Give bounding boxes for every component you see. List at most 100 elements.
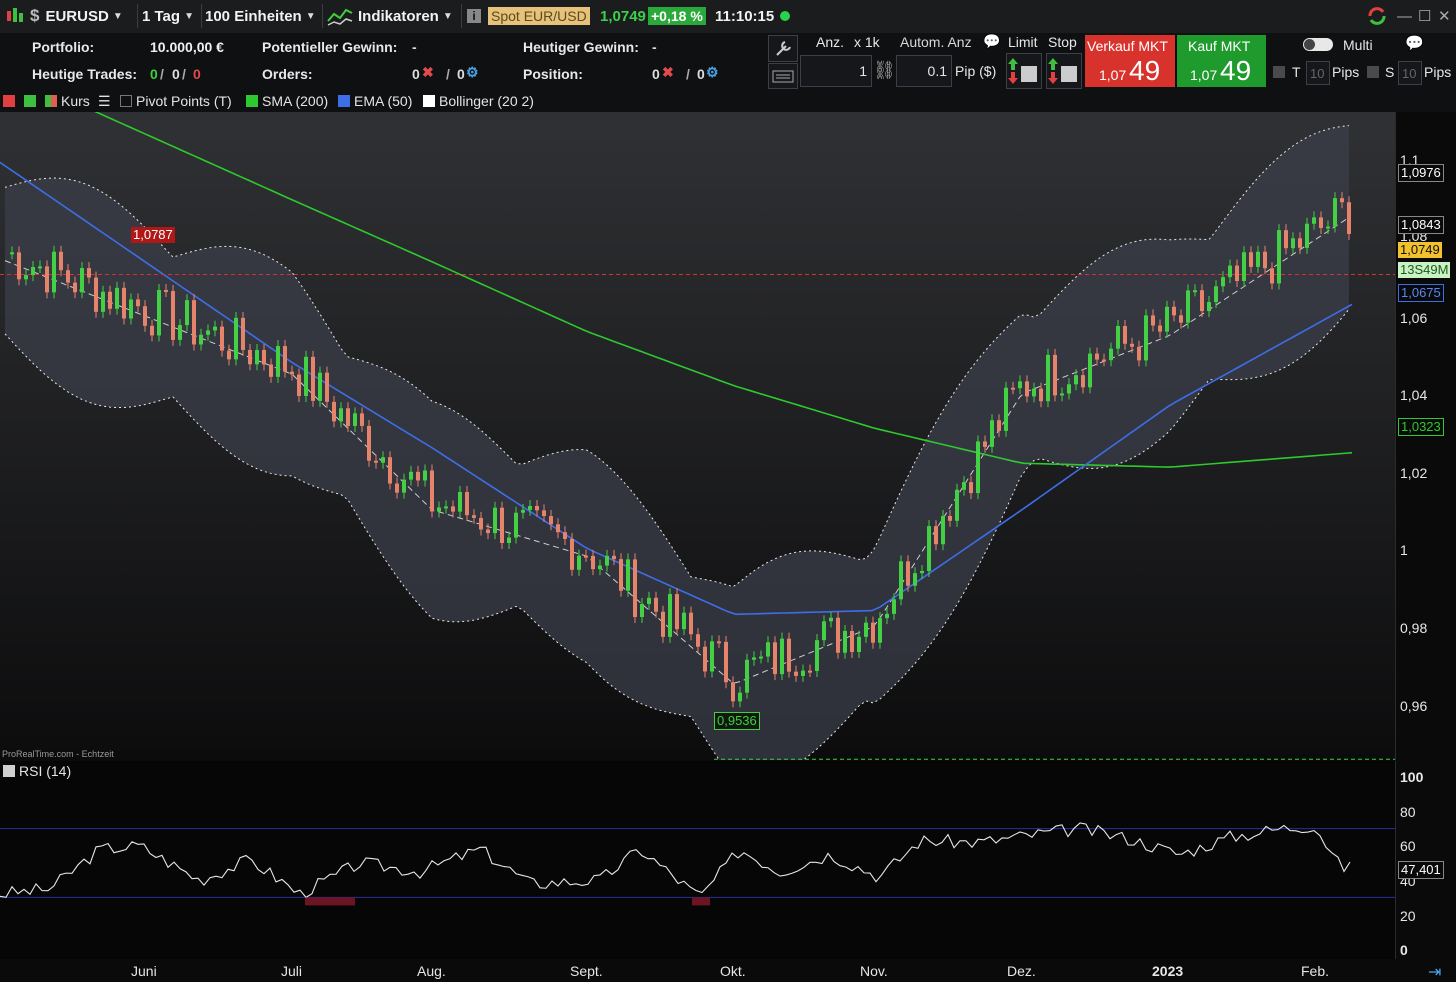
candle (759, 656, 763, 659)
position-settings-icon[interactable]: ⚙ (706, 64, 719, 81)
rsi-tick-60: 60 (1400, 838, 1416, 854)
position-count-b: 0 (697, 66, 705, 82)
candle (507, 537, 511, 543)
candle (402, 479, 406, 493)
candle (1067, 384, 1071, 394)
candle (1004, 387, 1008, 431)
units-selector[interactable]: 100 Einheiten ▼ (205, 4, 316, 28)
buy-market-button[interactable]: Kauf MKT 1,07 49 (1177, 35, 1266, 87)
candle (808, 670, 812, 673)
timeframe-label: 1 Tag (142, 7, 181, 25)
candle (346, 408, 350, 426)
price-chart[interactable]: ProRealTime.com - Echtzeit 1,0787 0,9536 (0, 68, 1395, 782)
chart-type-icon[interactable] (4, 4, 26, 28)
list-icon[interactable]: ☰ (98, 93, 111, 109)
candle (689, 612, 693, 635)
candle (381, 457, 385, 463)
t-checkbox[interactable] (1273, 66, 1285, 78)
candle (647, 597, 651, 604)
legend-price[interactable]: Kurs (45, 93, 90, 109)
legend-bollinger[interactable]: Bollinger (20 2) (423, 93, 534, 109)
quantity-input[interactable]: 1 (800, 55, 872, 87)
candle (633, 559, 637, 618)
rsi-chart-svg[interactable] (0, 761, 1395, 959)
candle (752, 657, 756, 660)
candle (262, 349, 266, 365)
candle (1312, 217, 1316, 224)
minimize-icon[interactable]: — (1397, 4, 1412, 28)
candle (451, 506, 455, 512)
xtick-aug: Aug. (417, 963, 446, 979)
buy-arrow-icon[interactable] (24, 93, 40, 109)
s-checkbox[interactable] (1367, 66, 1379, 78)
orders-settings-icon[interactable]: ⚙ (466, 64, 479, 81)
candle (45, 266, 49, 293)
ytick-1: 1 (1400, 542, 1408, 558)
refresh-icon[interactable] (1366, 4, 1388, 28)
candle (101, 291, 105, 312)
close-icon[interactable]: ✕ (1438, 4, 1451, 28)
candle (717, 641, 721, 644)
candle (549, 516, 553, 525)
legend-ema[interactable]: EMA (50) (338, 93, 412, 109)
s-pips-input[interactable]: 10 (1398, 61, 1422, 85)
legend-sma[interactable]: SMA (200) (246, 93, 328, 109)
candle (1018, 381, 1022, 389)
candle (129, 299, 133, 319)
sell-market-button[interactable]: Verkauf MKT 1,07 49 (1085, 35, 1175, 87)
quantity-label: Anz. (816, 34, 845, 50)
candle (325, 372, 329, 402)
limit-label: Limit (1008, 34, 1038, 50)
candle (619, 559, 623, 591)
chat-icon[interactable]: 💬 (983, 33, 1000, 50)
candle (1221, 277, 1225, 287)
wrench-icon[interactable] (768, 35, 798, 62)
candle (73, 282, 77, 293)
candle (605, 555, 609, 566)
keyboard-icon[interactable] (768, 63, 798, 89)
candle (969, 482, 973, 494)
pip-input[interactable]: 0.1 (896, 55, 952, 87)
candle (976, 441, 980, 494)
candle (122, 287, 126, 319)
candle (465, 492, 469, 516)
scroll-to-end-icon[interactable]: ⇥ (1428, 962, 1441, 982)
stop-order-button[interactable] (1046, 53, 1082, 89)
candle (283, 346, 287, 372)
candle (654, 597, 658, 612)
candle (1340, 198, 1344, 203)
link-icon[interactable]: ⛓ (873, 60, 896, 81)
symbol-selector[interactable]: $ EURUSD ▼ (30, 4, 123, 28)
indicators-menu[interactable]: Indikatoren ▼ (326, 4, 453, 28)
orders-label: Orders: (262, 66, 313, 82)
price-chart-svg[interactable] (0, 68, 1395, 782)
candle (332, 401, 336, 422)
legend-rsi[interactable]: RSI (14) (3, 763, 71, 779)
candle (360, 413, 364, 426)
ytick-0-98: 0,98 (1400, 620, 1428, 636)
candle (1025, 381, 1029, 397)
close-positions-icon[interactable]: ✖ (662, 64, 674, 81)
today-gain-value: - (652, 39, 657, 55)
cancel-orders-icon[interactable]: ✖ (422, 64, 434, 81)
candle (213, 326, 217, 331)
sell-arrow-icon[interactable] (3, 93, 19, 109)
candle (178, 325, 182, 340)
help-icon[interactable]: 💬 (1405, 34, 1424, 52)
clock-time: 11:10:15 (715, 7, 775, 25)
t-pips-input[interactable]: 10 (1306, 61, 1330, 85)
info-icon[interactable]: i (467, 4, 481, 28)
limit-order-button[interactable] (1006, 53, 1042, 89)
portfolio-label: Portfolio: (32, 39, 95, 55)
candle (591, 555, 595, 570)
candle (1256, 251, 1260, 267)
legend-pivot[interactable]: Pivot Points (T) (120, 93, 232, 109)
candle (962, 482, 966, 490)
candle (535, 505, 539, 511)
timeframe-selector[interactable]: 1 Tag ▼ (142, 4, 194, 28)
candle (1186, 290, 1190, 323)
maximize-icon[interactable]: ☐ (1418, 4, 1431, 28)
rsi-panel[interactable]: RSI (14) (0, 761, 1395, 959)
multi-toggle[interactable] (1303, 38, 1333, 51)
candle (150, 325, 154, 336)
